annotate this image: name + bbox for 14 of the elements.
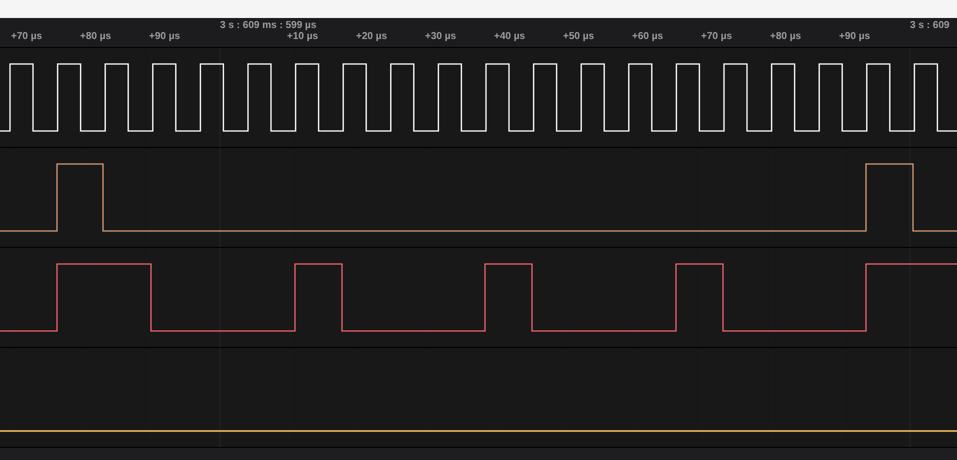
tick-label: +70 µs <box>11 31 42 42</box>
tick-label: +90 µs <box>839 31 870 42</box>
tick-label: +90 µs <box>149 31 180 42</box>
tick-label: +80 µs <box>770 31 802 42</box>
tick-label: +70 µs <box>701 31 732 42</box>
timestamp-label: 3 s : 609 ms : 599 µs <box>220 20 316 31</box>
tick-label: +20 µs <box>356 31 388 42</box>
tick-label: +30 µs <box>425 31 456 42</box>
tick-label: +80 µs <box>80 31 112 42</box>
tick-label: +50 µs <box>563 31 594 42</box>
tick-label: +60 µs <box>632 31 664 42</box>
tick-label: +40 µs <box>494 31 526 42</box>
tick-label: +10 µs <box>287 31 318 42</box>
timestamp-label: 3 s : 609 <box>910 20 950 31</box>
